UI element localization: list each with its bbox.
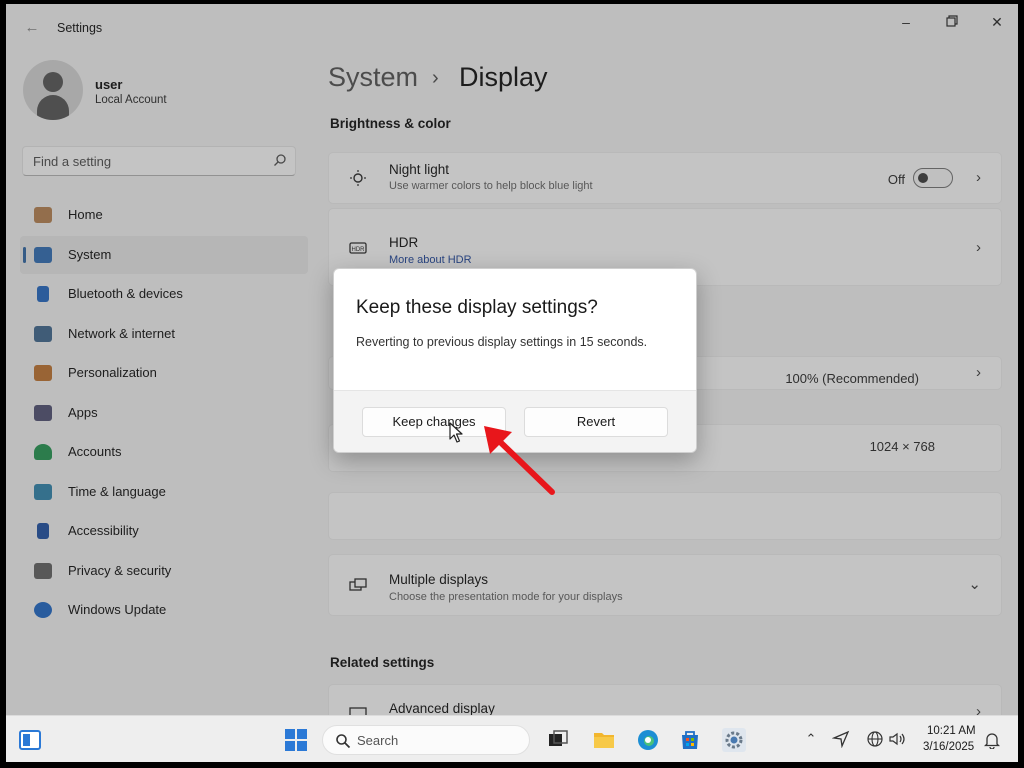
start-windows-icon[interactable] (284, 728, 308, 752)
clock-time[interactable]: 10:21 AM (927, 725, 976, 737)
search-icon (336, 734, 351, 749)
microsoft-store-icon[interactable] (678, 728, 702, 752)
network-globe-icon[interactable] (866, 730, 884, 748)
notification-bell-icon[interactable] (984, 731, 1000, 749)
desktop-screen: ← Settings – ✕ user Local Account Home S… (6, 4, 1018, 762)
dialog-message: Reverting to previous display settings i… (356, 335, 648, 349)
mouse-cursor-icon (449, 422, 463, 443)
edge-browser-icon[interactable] (636, 728, 660, 752)
taskbar-search-label: Search (357, 733, 399, 748)
widgets-icon[interactable] (18, 728, 42, 752)
clock-date[interactable]: 3/16/2025 (923, 741, 974, 753)
taskbar: Search ⌃ 10:21 AM 3/16/2025 (6, 715, 1018, 762)
dialog-title: Keep these display settings? (356, 297, 598, 318)
file-explorer-icon[interactable] (592, 728, 616, 752)
settings-gear-icon[interactable] (722, 728, 746, 752)
show-hidden-icons-chevron-up-icon[interactable]: ⌃ (802, 730, 820, 748)
volume-icon[interactable] (888, 730, 906, 748)
location-icon (832, 730, 850, 748)
red-arrow-annotation-icon (484, 426, 555, 495)
task-view-icon[interactable] (546, 728, 570, 752)
taskbar-search[interactable]: Search (322, 725, 530, 755)
